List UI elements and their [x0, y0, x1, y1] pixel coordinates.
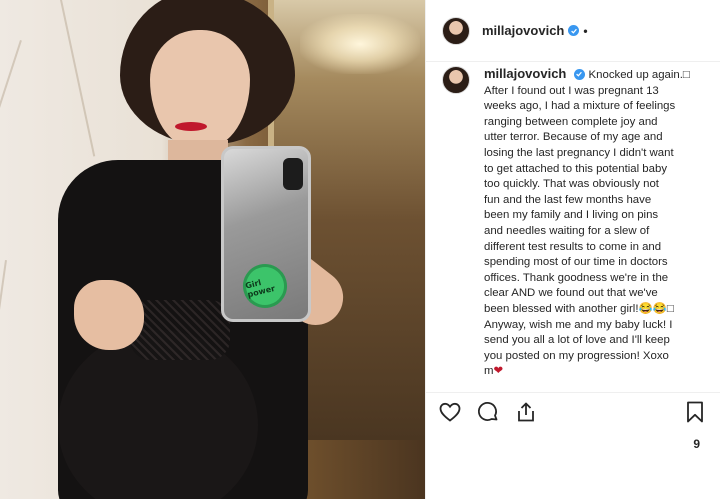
header-username[interactable]: millajovovich	[482, 23, 564, 38]
caption-line: Knocked up again.□	[588, 69, 690, 81]
caption-line: spending most of our time in doctors	[484, 256, 668, 269]
lips	[175, 122, 207, 131]
caption-line: losing the last pregnancy I didn't want	[484, 146, 674, 159]
avatar[interactable]	[442, 16, 470, 45]
popsocket-text: Girl power	[244, 277, 276, 300]
action-bar	[438, 400, 538, 424]
instagram-post: Girl power millajovovich • millajovovich…	[0, 0, 720, 499]
caption: millajovovich Knocked up again.□ After I…	[426, 62, 720, 380]
hand-on-belly	[74, 280, 144, 350]
caption-line: you posted on my progression! Xoxo	[484, 349, 669, 362]
caption-line: send you all a lot of love and I'll keep	[484, 334, 670, 347]
marble-vein	[0, 260, 7, 459]
marble-vein	[0, 40, 22, 250]
face	[150, 30, 250, 148]
caption-text: millajovovich Knocked up again.□ After I…	[484, 66, 704, 380]
caption-username[interactable]: millajovovich	[484, 66, 566, 81]
caption-line: fun and the last few months have	[484, 193, 652, 206]
header-separator: •	[583, 23, 588, 38]
bookmark-icon[interactable]	[684, 400, 706, 424]
caption-line: Anyway, wish me and my baby luck! I	[484, 318, 673, 331]
heart-icon[interactable]	[438, 400, 462, 424]
caption-line: utter terror. Because of my age and	[484, 131, 663, 144]
post-header: millajovovich •	[426, 0, 720, 62]
actions-divider	[426, 392, 720, 393]
caption-line: too quickly. That was obviously not	[484, 178, 659, 191]
mirror-light	[300, 14, 420, 74]
marble-vein	[60, 0, 96, 157]
caption-avatar[interactable]	[442, 66, 470, 94]
verified-badge-icon	[568, 25, 580, 36]
caption-line: weeks ago, I had a mixture of feelings	[484, 100, 676, 113]
caption-line: clear AND we found out that we've	[484, 287, 658, 300]
post-side-panel: millajovovich • millajovovich Knocked up…	[425, 0, 720, 499]
heart-emoji: ❤	[493, 365, 504, 378]
caption-line: After I found out I was pregnant 13	[484, 84, 659, 97]
comment-icon[interactable]	[476, 400, 500, 424]
phone-camera	[283, 158, 303, 190]
lace-detail	[130, 300, 230, 360]
caption-line: different test results to come in and	[484, 240, 662, 253]
caption-line: m	[484, 365, 494, 378]
caption-line: ranging between complete joy and	[484, 115, 658, 128]
post-photo[interactable]: Girl power	[0, 0, 425, 499]
verified-badge-icon	[573, 68, 585, 80]
caption-line: offices. Thank goodness we're in the	[484, 271, 669, 284]
caption-line: been my family and I living on pins	[484, 209, 659, 222]
caption-line: and needles waiting for a slew of	[484, 224, 650, 237]
likes-count[interactable]: 9	[693, 437, 700, 451]
share-icon[interactable]	[514, 400, 538, 424]
caption-line: been blessed with another girl!😂😂□	[484, 302, 674, 315]
caption-line: to get attached to this potential baby	[484, 162, 668, 175]
